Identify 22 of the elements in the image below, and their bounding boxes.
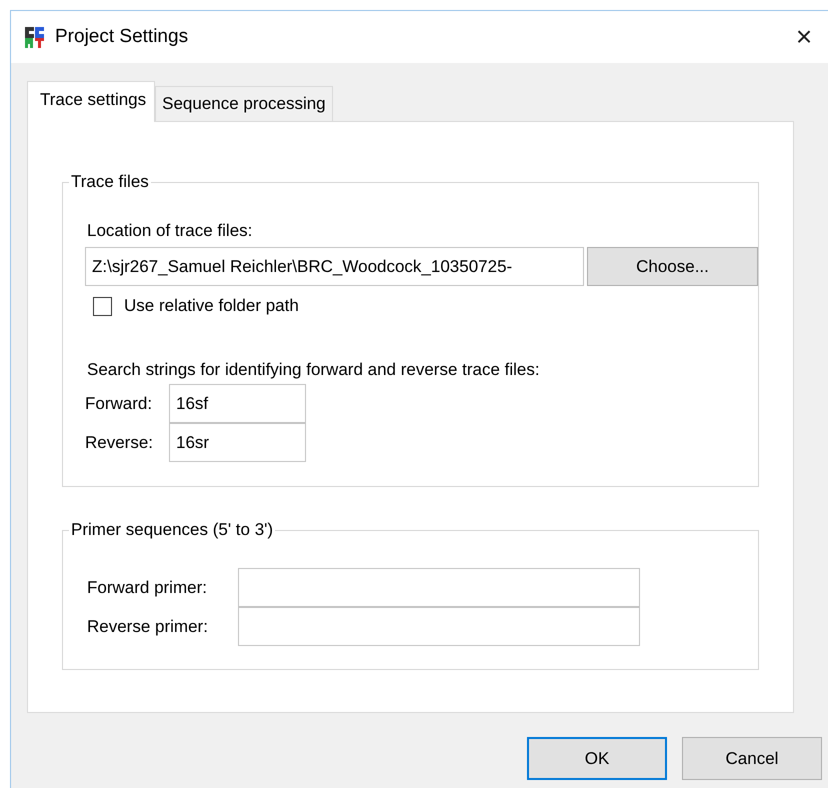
- choose-button[interactable]: Choose...: [587, 247, 758, 286]
- input-field[interactable]: [238, 607, 640, 646]
- field-label: Forward:: [85, 394, 154, 414]
- window-title: Project Settings: [55, 26, 190, 48]
- input-field[interactable]: 16sr: [169, 423, 306, 462]
- input-field[interactable]: [238, 568, 640, 607]
- tab[interactable]: Trace settings: [27, 81, 156, 122]
- app-logo-icon: [23, 25, 45, 49]
- path-field[interactable]: Z:\sjr267_Samuel Reichler\BRC_Woodcock_10350725-: [85, 247, 584, 286]
- close-icon[interactable]: ×: [784, 21, 824, 53]
- checkbox-label: Use relative folder path: [124, 296, 299, 316]
- section-label: Search strings for identifying forward and reverse trace files:: [87, 360, 541, 380]
- checkbox[interactable]: [93, 296, 112, 316]
- field-label: Location of trace files:: [87, 221, 254, 241]
- dialog-button[interactable]: OK: [527, 737, 667, 780]
- dialog-button[interactable]: Cancel: [682, 737, 822, 780]
- field-label: Forward primer:: [87, 578, 208, 598]
- input-field[interactable]: 16sf: [169, 384, 306, 423]
- field-label: Reverse primer:: [87, 616, 209, 636]
- field-label: Reverse:: [85, 432, 154, 452]
- group-title: Primer sequences (5' to 3'): [69, 520, 276, 540]
- tab[interactable]: Sequence processing: [155, 86, 333, 121]
